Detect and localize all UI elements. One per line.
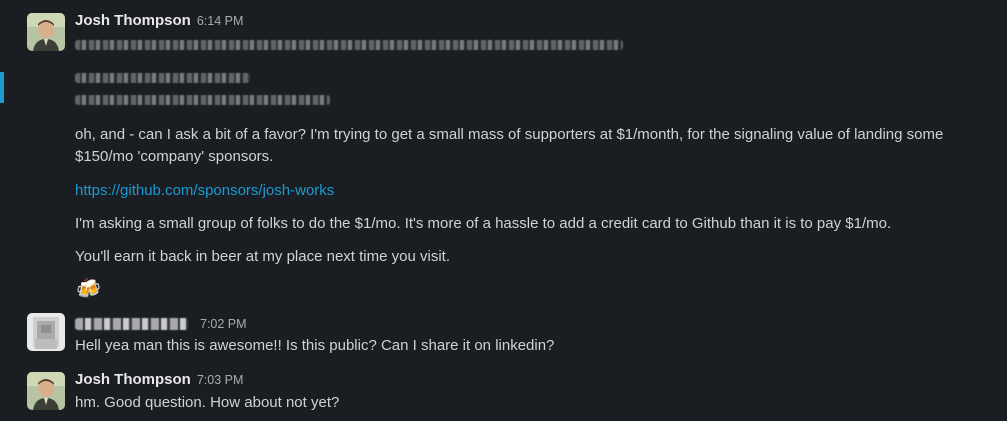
- message-text: oh, and - can I ask a bit of a favor? I'…: [75, 126, 944, 165]
- beer-mugs-icon: 🍻: [76, 278, 101, 300]
- message-text: Hell yea man this is awesome!! Is this p…: [75, 337, 555, 354]
- timestamp[interactable]: 7:03 PM: [197, 373, 244, 387]
- redacted-text-line: [75, 73, 250, 83]
- timestamp[interactable]: 7:02 PM: [200, 317, 247, 331]
- message-text: hm. Good question. How about not yet?: [75, 394, 340, 411]
- timestamp[interactable]: 6:14 PM: [197, 14, 244, 28]
- sponsors-link[interactable]: https://github.com/sponsors/josh-works: [75, 182, 334, 199]
- message-text: You'll earn it back in beer at my place …: [75, 248, 450, 265]
- message-header: Josh Thompson 6:14 PM: [75, 10, 987, 32]
- avatar-josh-image: [27, 13, 65, 51]
- message-josh-2: Josh Thompson 7:03 PM hm. Good question. …: [0, 365, 1007, 421]
- avatar-blurred-image: [27, 313, 65, 351]
- avatar[interactable]: [27, 313, 65, 351]
- redacted-text-line: [75, 40, 623, 50]
- avatar-josh-image: [27, 372, 65, 410]
- avatar[interactable]: [27, 372, 65, 410]
- redacted-text-line: [75, 95, 330, 105]
- sender-name[interactable]: Josh Thompson: [75, 12, 191, 29]
- message-text: I'm asking a small group of folks to do …: [75, 215, 892, 232]
- message-other: 7:02 PM Hell yea man this is awesome!! I…: [0, 305, 1007, 365]
- sender-name[interactable]: Josh Thompson: [75, 371, 191, 388]
- message-header: Josh Thompson 7:03 PM: [75, 369, 987, 391]
- avatar[interactable]: [27, 13, 65, 51]
- sender-name[interactable]: [75, 317, 188, 330]
- message-header: 7:02 PM: [75, 313, 987, 335]
- message-josh-1: Josh Thompson 6:14 PM oh, and - can I ask…: [0, 0, 1007, 305]
